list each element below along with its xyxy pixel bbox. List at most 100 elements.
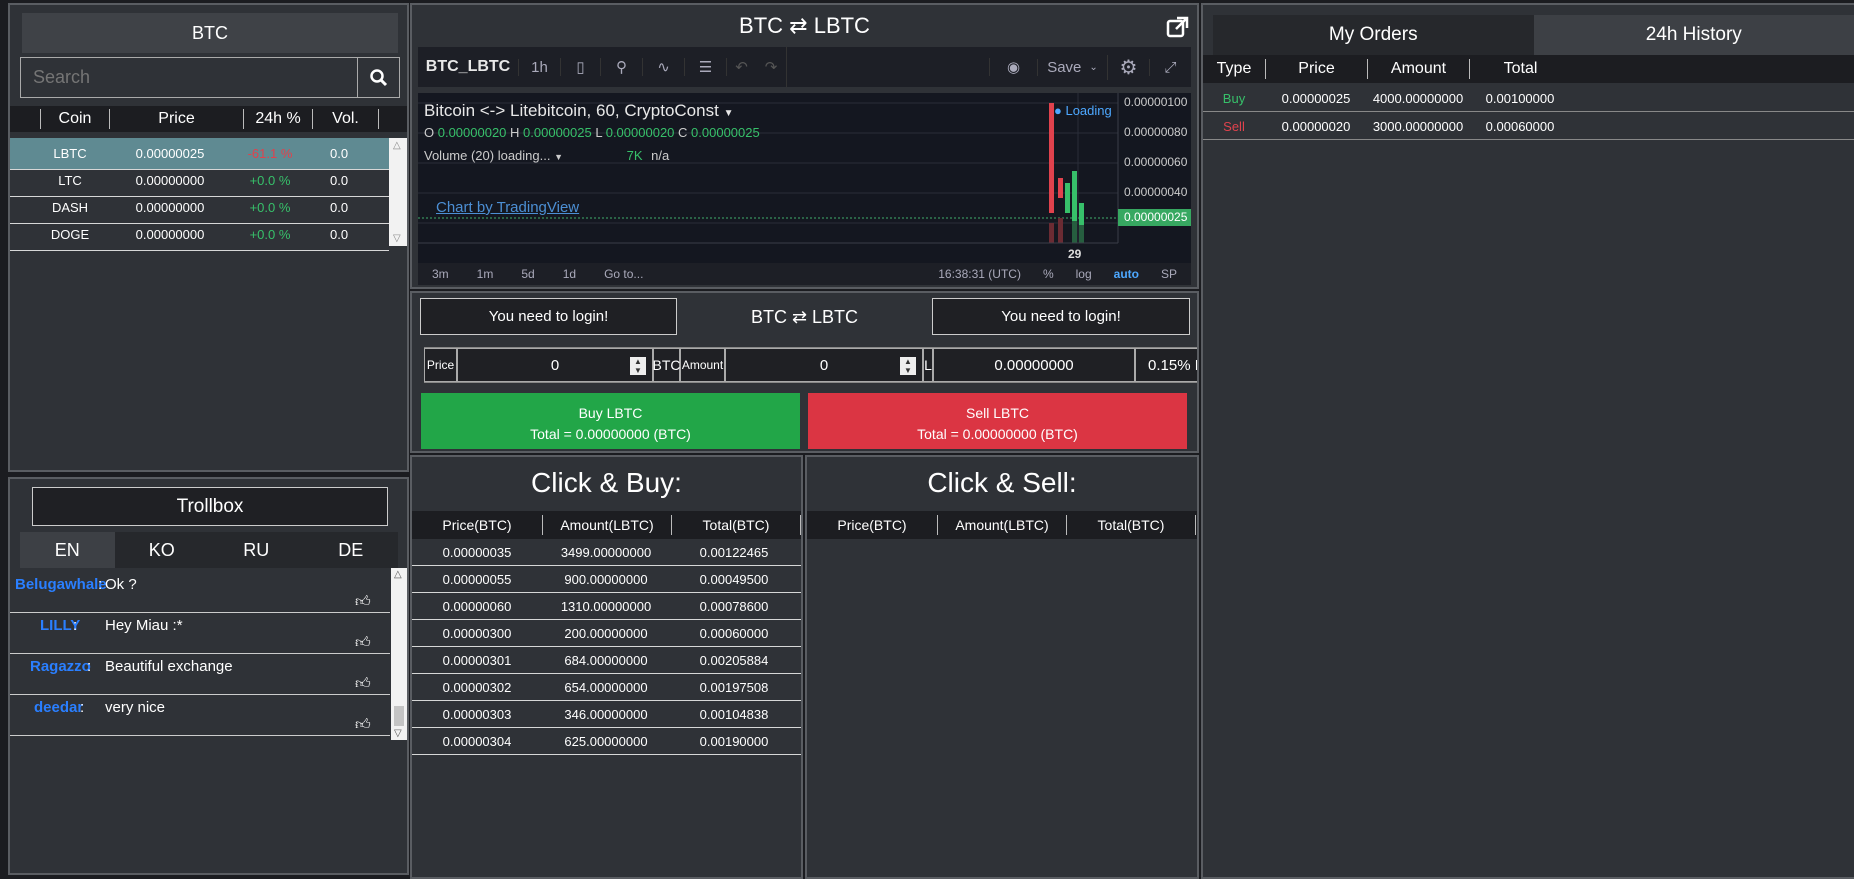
stepper-icon[interactable]: ▲ ▼ <box>630 357 646 375</box>
buy-order-row[interactable]: 0.00000303 346.00000000 0.00104838 <box>412 701 801 728</box>
col-change[interactable]: 24h % <box>244 110 312 128</box>
buy-order-row[interactable]: 0.00000300 200.00000000 0.00060000 <box>412 620 801 647</box>
row-amount: 3499.00000000 <box>560 544 652 560</box>
total-field[interactable]: 0.00000000 <box>933 348 1135 382</box>
undo-icon[interactable]: ↶ <box>726 58 756 76</box>
tab-my-orders[interactable]: My Orders <box>1213 15 1534 55</box>
col-price[interactable]: Price <box>110 110 243 128</box>
tab-lang-ko[interactable]: KO <box>114 532 209 568</box>
buy-order-row[interactable]: 0.00000302 654.00000000 0.00197508 <box>412 674 801 701</box>
thumbs-up-icon[interactable]: 👍︎ <box>355 593 371 611</box>
sell-total: Total = 0.00000000 (BTC) <box>917 426 1078 442</box>
range-3m[interactable]: 3m <box>432 267 449 281</box>
auto-toggle[interactable]: auto <box>1114 267 1139 281</box>
buy-order-row[interactable]: 0.00000060 1310.00000000 0.00078600 <box>412 593 801 620</box>
percent-toggle[interactable]: % <box>1043 267 1054 281</box>
col-price[interactable]: Price <box>1266 60 1367 78</box>
sp-toggle[interactable]: SP <box>1161 267 1177 281</box>
price-tick: 0.00000040 <box>1124 185 1188 199</box>
tv-watermark[interactable]: Chart by TradingView <box>436 199 579 216</box>
log-toggle[interactable]: log <box>1076 267 1092 281</box>
row-amount: 1310.00000000 <box>560 598 652 614</box>
col-total[interactable]: Total <box>1470 60 1571 78</box>
click-buy-rows: 0.00000035 3499.00000000 0.00122465 0.00000… <box>412 539 801 877</box>
coin-row[interactable]: DOGE 0.00000000 +0.0 % 0.0 <box>10 219 389 251</box>
click-buy-title: Click & Buy: <box>531 467 682 498</box>
col-total-btc[interactable]: Total(BTC) <box>672 517 800 533</box>
range-5d[interactable]: 5d <box>521 267 534 281</box>
tv-interval[interactable]: 1h <box>518 58 560 76</box>
tv-symbol[interactable]: BTC_LBTC <box>418 58 518 76</box>
buy-order-row[interactable]: 0.00000035 3499.00000000 0.00122465 <box>412 539 801 566</box>
search-icon <box>369 68 387 86</box>
indicators-icon[interactable]: ⚲ <box>600 58 642 76</box>
history-row[interactable]: Sell 0.00000020 3000.00000000 0.00060000 <box>1203 113 1854 140</box>
coin-list-scrollbar[interactable]: △ ▽ <box>389 138 407 246</box>
col-price-btc[interactable]: Price(BTC) <box>412 517 542 533</box>
search-box <box>20 57 400 98</box>
chevron-down-icon[interactable]: ▽ <box>394 728 402 739</box>
price-axis[interactable]: 0.00000100 0.00000080 0.00000060 0.00000… <box>1118 93 1191 243</box>
range-1m[interactable]: 1m <box>477 267 494 281</box>
chat-username[interactable]: Ragazzo <box>30 658 91 675</box>
stepper-icon[interactable]: ▲ ▼ <box>900 357 916 375</box>
candles-icon[interactable]: ▯ <box>560 58 600 76</box>
tab-24h-history[interactable]: 24h History <box>1533 15 1854 55</box>
buy-order-row[interactable]: 0.00000301 684.00000000 0.00205884 <box>412 647 801 674</box>
login-button-right[interactable]: You need to login! <box>932 298 1190 335</box>
tab-lang-en[interactable]: EN <box>20 532 115 568</box>
chat-scrollbar[interactable]: △ ▽ <box>391 568 407 740</box>
camera-icon[interactable]: ◉ <box>989 58 1037 76</box>
login-button-left[interactable]: You need to login! <box>420 298 677 335</box>
buy-order-row[interactable]: 0.00000055 900.00000000 0.00049500 <box>412 566 801 593</box>
row-amount: 900.00000000 <box>564 571 648 587</box>
buy-order-row[interactable]: 0.00000304 625.00000000 0.00190000 <box>412 728 801 755</box>
row-price: 0.00000025 <box>1281 90 1351 106</box>
search-button[interactable] <box>357 58 399 97</box>
thumbs-up-icon[interactable]: 👍︎ <box>355 675 371 693</box>
col-price-btc[interactable]: Price(BTC) <box>807 517 937 533</box>
col-amount-lbtc[interactable]: Amount(LBTC) <box>543 517 671 533</box>
chevron-up-icon[interactable]: △ <box>394 569 402 580</box>
chevron-up-icon[interactable]: △ <box>393 140 401 151</box>
fullscreen-icon[interactable]: ⤢ <box>1149 58 1191 76</box>
buy-button[interactable]: Buy LBTC Total = 0.00000000 (BTC) <box>421 393 800 449</box>
col-amount-lbtc[interactable]: Amount(LBTC) <box>938 517 1066 533</box>
chat-message: Ragazzo: Beautiful exchange 👍︎ <box>10 655 390 695</box>
col-amount[interactable]: Amount <box>1368 60 1469 78</box>
col-coin[interactable]: Coin <box>41 110 109 128</box>
search-input[interactable] <box>21 58 357 97</box>
market-header: BTC <box>22 13 398 53</box>
col-type[interactable]: Type <box>1203 60 1265 78</box>
chevron-down-icon[interactable]: ▽ <box>393 233 401 244</box>
compare-icon[interactable]: ∿ <box>642 58 684 76</box>
range-1d[interactable]: 1d <box>563 267 576 281</box>
tab-lang-ru[interactable]: RU <box>209 532 304 568</box>
goto-button[interactable]: Go to... <box>604 267 643 281</box>
amount-label: Amount <box>680 348 725 382</box>
settings-gear-icon[interactable]: ⚙︎ <box>1107 54 1149 80</box>
chat-text: Beautiful exchange <box>105 658 233 675</box>
tv-legend-title[interactable]: Bitcoin <-> Litebitcoin, 60, CryptoConst… <box>424 101 733 121</box>
price-input[interactable]: 0 ▲ ▼ <box>457 348 653 382</box>
col-total-btc[interactable]: Total(BTC) <box>1067 517 1195 533</box>
l-unit: L <box>923 348 933 382</box>
volume-bar <box>1072 221 1077 243</box>
thumbs-up-icon[interactable]: 👍︎ <box>355 716 371 734</box>
chat-username[interactable]: deedar <box>34 699 83 716</box>
tv-save-button[interactable]: Save ⌄ <box>1037 58 1107 76</box>
chat-username[interactable]: Belugawhale <box>15 576 107 593</box>
redo-icon[interactable]: ↷ <box>756 58 786 76</box>
thumbs-up-icon[interactable]: 👍︎ <box>355 634 371 652</box>
amount-input[interactable]: 0 ▲ ▼ <box>725 348 923 382</box>
row-amount: 200.00000000 <box>564 625 648 641</box>
external-link-icon[interactable] <box>1166 15 1190 39</box>
history-row[interactable]: Buy 0.00000025 4000.00000000 0.00100000 <box>1203 85 1854 112</box>
row-type: Sell <box>1223 118 1245 134</box>
chat-scroll-thumb[interactable] <box>394 706 404 726</box>
sell-button[interactable]: Sell LBTC Total = 0.00000000 (BTC) <box>808 393 1187 449</box>
col-vol[interactable]: Vol. <box>313 110 378 128</box>
tab-lang-de[interactable]: DE <box>303 532 398 568</box>
templates-icon[interactable]: ☰ <box>684 58 726 76</box>
tv-chart[interactable]: Bitcoin <-> Litebitcoin, 60, CryptoConst… <box>418 93 1191 285</box>
